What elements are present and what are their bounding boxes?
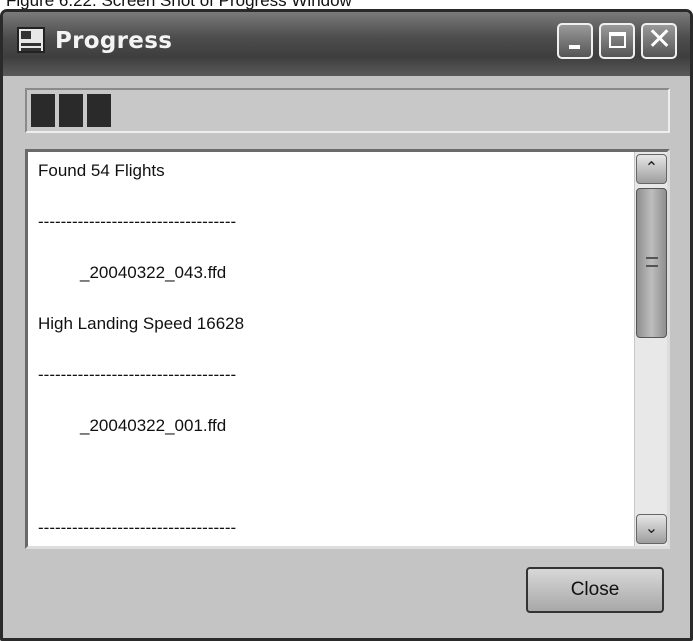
maximize-icon [609,32,626,48]
chevron-down-icon: ⌄ [644,520,659,537]
close-button[interactable]: Close [526,567,664,613]
scroll-up-button[interactable]: ⌃ [636,154,667,184]
progress-block [31,94,55,127]
progress-fill [31,94,111,127]
scroll-thumb[interactable] [636,188,667,338]
figure-caption: Figure 6.22. Screen Shot of Progress Win… [0,0,693,9]
chevron-up-icon: ⌃ [644,160,659,177]
title-close-button[interactable]: ✕ [641,22,677,59]
progress-block [87,94,111,127]
close-icon: ✕ [647,22,673,57]
log-line-separator: ----------------------------------- [38,365,237,384]
progress-window: Progress ✕ Found 54 Flights ------------… [0,9,693,641]
minimize-button[interactable] [557,23,593,59]
window-title: Progress [55,28,173,54]
log-line-separator: ----------------------------------- [38,212,237,231]
grip-icon [646,257,658,267]
title-bar[interactable]: Progress ✕ [3,12,690,76]
log-line-event: High Landing Speed 16628 [38,314,245,333]
progress-bar [25,88,670,133]
progress-block [59,94,83,127]
log-line-flight-file: _20040322_043.ffd [80,263,227,282]
log-line-flight-file: _20040322_001.ffd [80,416,227,435]
log-line-separator: ----------------------------------- [38,518,237,537]
window-app-icon[interactable] [17,27,45,53]
log-line-found-count: Found 54 Flights [38,161,165,180]
minimize-icon [569,45,580,49]
scroll-down-button[interactable]: ⌄ [636,514,667,544]
log-content: Found 54 Flights -----------------------… [38,156,628,546]
log-textbox[interactable]: Found 54 Flights -----------------------… [25,149,670,549]
maximize-button[interactable] [599,23,635,59]
vertical-scrollbar[interactable]: ⌃ ⌄ [634,152,667,546]
log-line-empty [38,462,628,513]
